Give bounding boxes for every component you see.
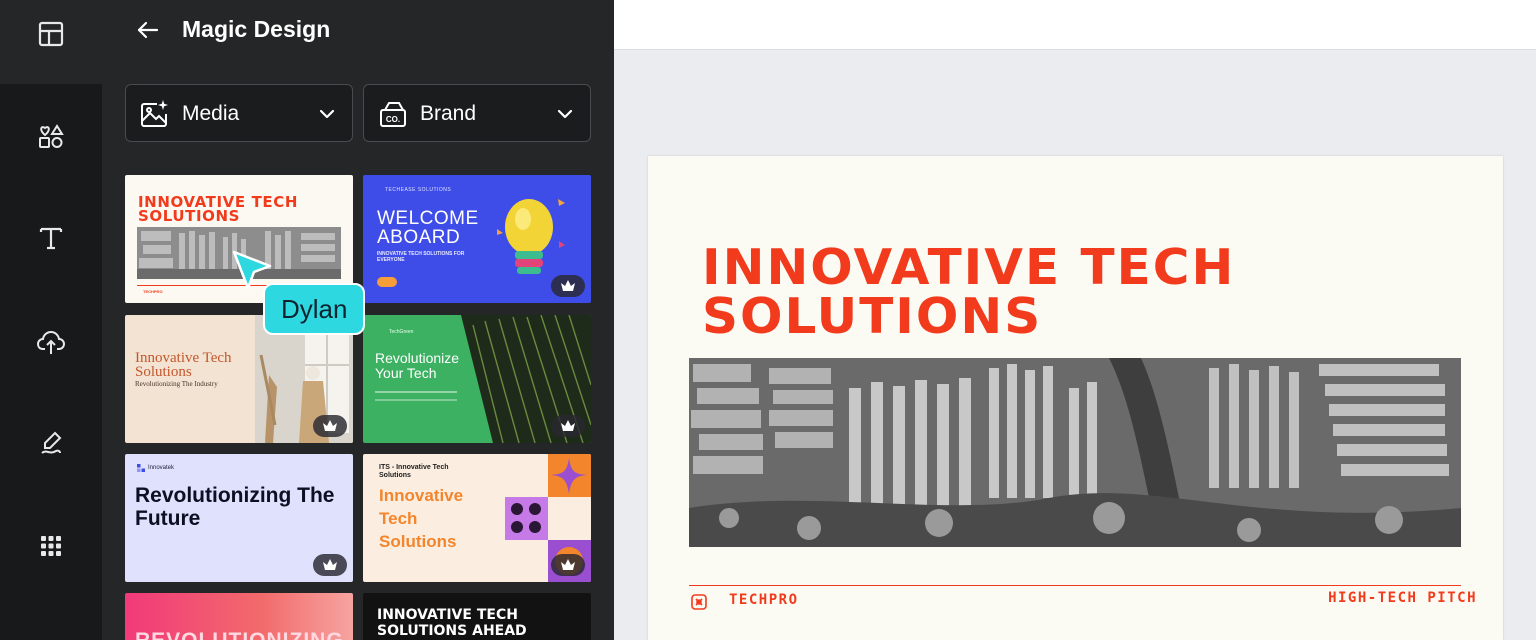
sidebar-rail	[0, 0, 102, 640]
premium-badge	[313, 415, 347, 437]
rail-elements-button[interactable]	[29, 114, 73, 158]
crown-icon	[323, 559, 337, 570]
template-title: Innovative Tech Solutions	[135, 350, 232, 380]
template-subtitle: Revolutionizing The Industry	[135, 380, 218, 388]
template-title: INNOVATIVE TECH SOLUTIONS AHEAD	[377, 607, 527, 639]
brand-filter-dropdown[interactable]: CO. Brand	[363, 84, 591, 142]
premium-badge	[313, 554, 347, 576]
chevron-down-icon	[557, 109, 573, 119]
template-title: REVOLUTIONIZING	[135, 629, 344, 640]
template-subtitle: INNOVATIVE TECH SOLUTIONS FOR EVERYONE	[377, 251, 465, 263]
media-filter-label: Media	[182, 102, 240, 125]
slide-title[interactable]: INNOVATIVE TECH SOLUTIONS	[702, 243, 1482, 341]
premium-badge	[551, 415, 585, 437]
lightbulb-illustration	[497, 199, 565, 274]
template-its-orange[interactable]: ITS - Innovative Tech Solutions Innovati…	[363, 454, 591, 582]
arrow-left-icon	[137, 21, 159, 39]
template-title: Innovative Tech Solutions	[379, 486, 464, 551]
crown-icon	[561, 280, 575, 291]
template-innovative-dark[interactable]: INNOVATIVE TECH SOLUTIONS AHEAD	[363, 593, 591, 640]
media-sparkle-icon	[138, 97, 172, 131]
rail-text-button[interactable]	[29, 216, 73, 260]
svg-text:CO.: CO.	[386, 115, 400, 124]
slide-brand-name[interactable]: TECHPRO	[729, 592, 799, 608]
elements-shapes-icon	[39, 124, 64, 148]
template-brand: ITS - Innovative Tech Solutions	[379, 464, 449, 479]
canvas-top-area	[614, 0, 1536, 50]
panel-header: Magic Design	[102, 0, 614, 60]
template-title: WELCOME ABOARD	[377, 208, 479, 248]
brand-filter-label: Brand	[420, 102, 477, 125]
premium-badge	[551, 554, 585, 576]
slide-canvas[interactable]: INNOVATIVE TECH SOLUTIONS TECHPRO HIGH-T…	[648, 156, 1503, 640]
template-revolutionizing-pink[interactable]: REVOLUTIONIZING	[125, 593, 353, 640]
techpro-logo-icon[interactable]	[689, 592, 709, 612]
collaborator-name-tag: Dylan	[263, 283, 366, 335]
crown-icon	[561, 559, 575, 570]
template-brand: TECHEASE SOLUTIONS	[385, 187, 452, 193]
template-title: Revolutionize Your Tech	[375, 350, 460, 381]
template-brand: TechGreen	[389, 329, 414, 335]
template-body	[375, 391, 457, 401]
media-filter-dropdown[interactable]: Media	[125, 84, 353, 142]
draw-pen-icon	[41, 431, 62, 454]
panel-title: Magic Design	[182, 16, 331, 42]
text-icon	[39, 227, 63, 250]
brand-kit-icon: CO.	[376, 97, 410, 131]
template-arrow-button	[377, 277, 397, 287]
back-button[interactable]	[132, 14, 164, 46]
rail-uploads-button[interactable]	[29, 320, 73, 364]
crown-icon	[323, 420, 337, 431]
template-brand: Innovatek	[148, 465, 175, 471]
template-welcome-aboard[interactable]: TECHEASE SOLUTIONS WELCOME ABOARD INNOVA…	[363, 175, 591, 303]
rail-draw-button[interactable]	[29, 422, 73, 466]
cloud-upload-icon	[36, 330, 66, 354]
template-footer: TECHPRO	[143, 289, 163, 294]
crown-icon	[561, 420, 575, 431]
slide-tagline[interactable]: HIGH-TECH PITCH	[1328, 590, 1477, 606]
chevron-down-icon	[319, 109, 335, 119]
rail-design-button[interactable]	[29, 12, 73, 56]
template-revolutionize-green[interactable]: TechGreen Revolutionize Your Tech	[363, 315, 591, 443]
slide-aerial-photo[interactable]	[689, 358, 1461, 547]
template-title: INNOVATIVE TECH SOLUTIONS	[138, 193, 299, 225]
rail-apps-button[interactable]	[29, 524, 73, 568]
template-title: Revolutionizing The Future	[135, 484, 335, 530]
apps-grid-icon	[41, 536, 61, 556]
slide-divider	[689, 585, 1461, 586]
template-revolutionizing-lavender[interactable]: Innovatek Revolutionizing The Future	[125, 454, 353, 582]
layout-icon	[38, 21, 64, 47]
innovatek-logo-icon	[137, 464, 145, 472]
premium-badge	[551, 275, 585, 297]
